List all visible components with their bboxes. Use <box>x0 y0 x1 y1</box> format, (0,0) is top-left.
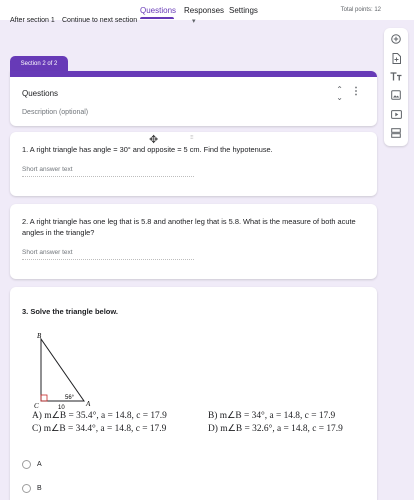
option-label-b[interactable]: B <box>37 485 42 492</box>
floating-toolbar <box>384 28 408 146</box>
triangle-figure: B C A 56° 10 <box>34 332 91 411</box>
vertex-a-label: A <box>85 400 91 408</box>
after-section-label: After section 1 <box>10 17 55 24</box>
question-card-1[interactable]: ⁝⁝⁝ ✥ 1. A right triangle has angle = 30… <box>10 132 377 196</box>
choice-text-d: D) m∠B = 32.6°, a = 14.8, c = 17.9 <box>208 424 343 434</box>
choice-text-b: B) m∠B = 34°, a = 14.8, c = 17.9 <box>208 411 336 421</box>
tab-settings[interactable]: Settings <box>229 6 258 15</box>
collapse-section-icon[interactable]: ⌃ ⌄ <box>336 86 343 102</box>
dropdown-arrow-icon[interactable]: ▾ <box>192 17 196 25</box>
section-header-card[interactable]: Questions Description (optional) ⌃ ⌄ ⋮ <box>10 71 377 126</box>
vertex-b-label: B <box>37 332 42 340</box>
question-text[interactable]: 1. A right triangle has angle = 30° and … <box>22 144 362 155</box>
radio-option-b[interactable] <box>22 484 31 493</box>
right-angle-mark <box>40 394 48 402</box>
section-title[interactable]: Questions <box>22 89 58 98</box>
add-video-icon[interactable] <box>384 105 408 123</box>
question-card-3[interactable]: 3. Solve the triangle below. B C A 56° 1… <box>10 287 377 500</box>
vertex-c-label: C <box>34 402 39 410</box>
option-label-a[interactable]: A <box>37 461 42 468</box>
short-answer-field: Short answer text <box>22 249 194 260</box>
choice-text-c: C) m∠B = 34.4°, a = 14.8, c = 17.9 <box>32 424 167 434</box>
question-text[interactable]: 2. A right triangle has one leg that is … <box>22 216 357 238</box>
more-options-icon[interactable]: ⋮ <box>351 86 361 97</box>
drag-handle-icon[interactable]: ⁝⁝⁝ <box>190 134 194 141</box>
radio-option-a[interactable] <box>22 460 31 469</box>
question-card-2[interactable]: 2. A right triangle has one leg that is … <box>10 204 377 279</box>
total-points: Total points: 12 <box>340 7 381 13</box>
import-questions-icon[interactable] <box>384 49 408 67</box>
short-answer-field: Short answer text <box>22 166 194 177</box>
choice-text-a: A) m∠B = 35.4°, a = 14.8, c = 17.9 <box>32 411 167 421</box>
after-section-dropdown[interactable]: Continue to next section <box>62 17 137 24</box>
tab-responses[interactable]: Responses <box>184 6 224 15</box>
add-section-icon[interactable] <box>384 124 408 142</box>
angle-label: 56° <box>65 395 75 401</box>
active-tab-indicator <box>140 17 174 19</box>
add-title-icon[interactable] <box>384 67 408 85</box>
add-question-icon[interactable] <box>384 30 408 48</box>
add-image-icon[interactable] <box>384 86 408 104</box>
question-text[interactable]: 3. Solve the triangle below. <box>22 307 118 316</box>
tab-questions[interactable]: Questions <box>140 6 176 15</box>
triangle-shape <box>40 337 85 402</box>
section-tab: Section 2 of 2 <box>10 56 68 72</box>
section-description-field[interactable]: Description (optional) <box>22 109 88 116</box>
